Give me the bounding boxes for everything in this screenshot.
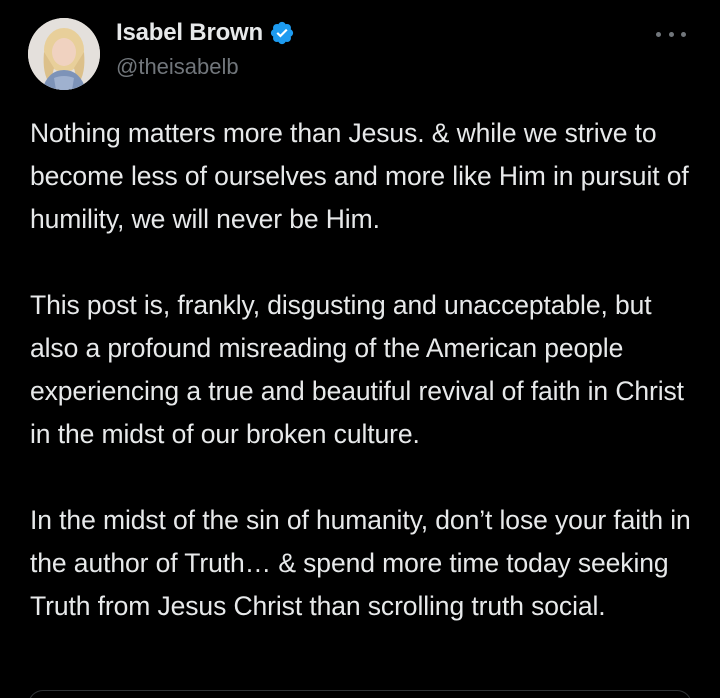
tweet-card: Isabel Brown @theisabelb Nothing matters… [0, 0, 720, 698]
tweet-paragraph: In the midst of the sin of humanity, don… [30, 505, 691, 621]
ellipsis-icon-dot [681, 31, 686, 37]
embedded-card-edge[interactable] [28, 690, 692, 698]
name-row: Isabel Brown [116, 16, 295, 50]
ellipsis-icon-dot [656, 31, 661, 37]
avatar[interactable] [28, 18, 100, 90]
verified-badge-icon [269, 20, 295, 46]
tweet-text: Nothing matters more than Jesus. & while… [30, 112, 700, 628]
tweet-paragraph: This post is, frankly, disgusting and un… [30, 290, 684, 449]
avatar-image [28, 18, 100, 90]
ellipsis-icon-dot [668, 31, 674, 37]
author-handle[interactable]: @theisabelb [116, 54, 239, 80]
tweet-header: Isabel Brown @theisabelb [28, 16, 698, 90]
more-options-button[interactable] [656, 22, 686, 46]
author-display-name[interactable]: Isabel Brown [116, 19, 263, 47]
tweet-paragraph: Nothing matters more than Jesus. & while… [30, 118, 689, 234]
